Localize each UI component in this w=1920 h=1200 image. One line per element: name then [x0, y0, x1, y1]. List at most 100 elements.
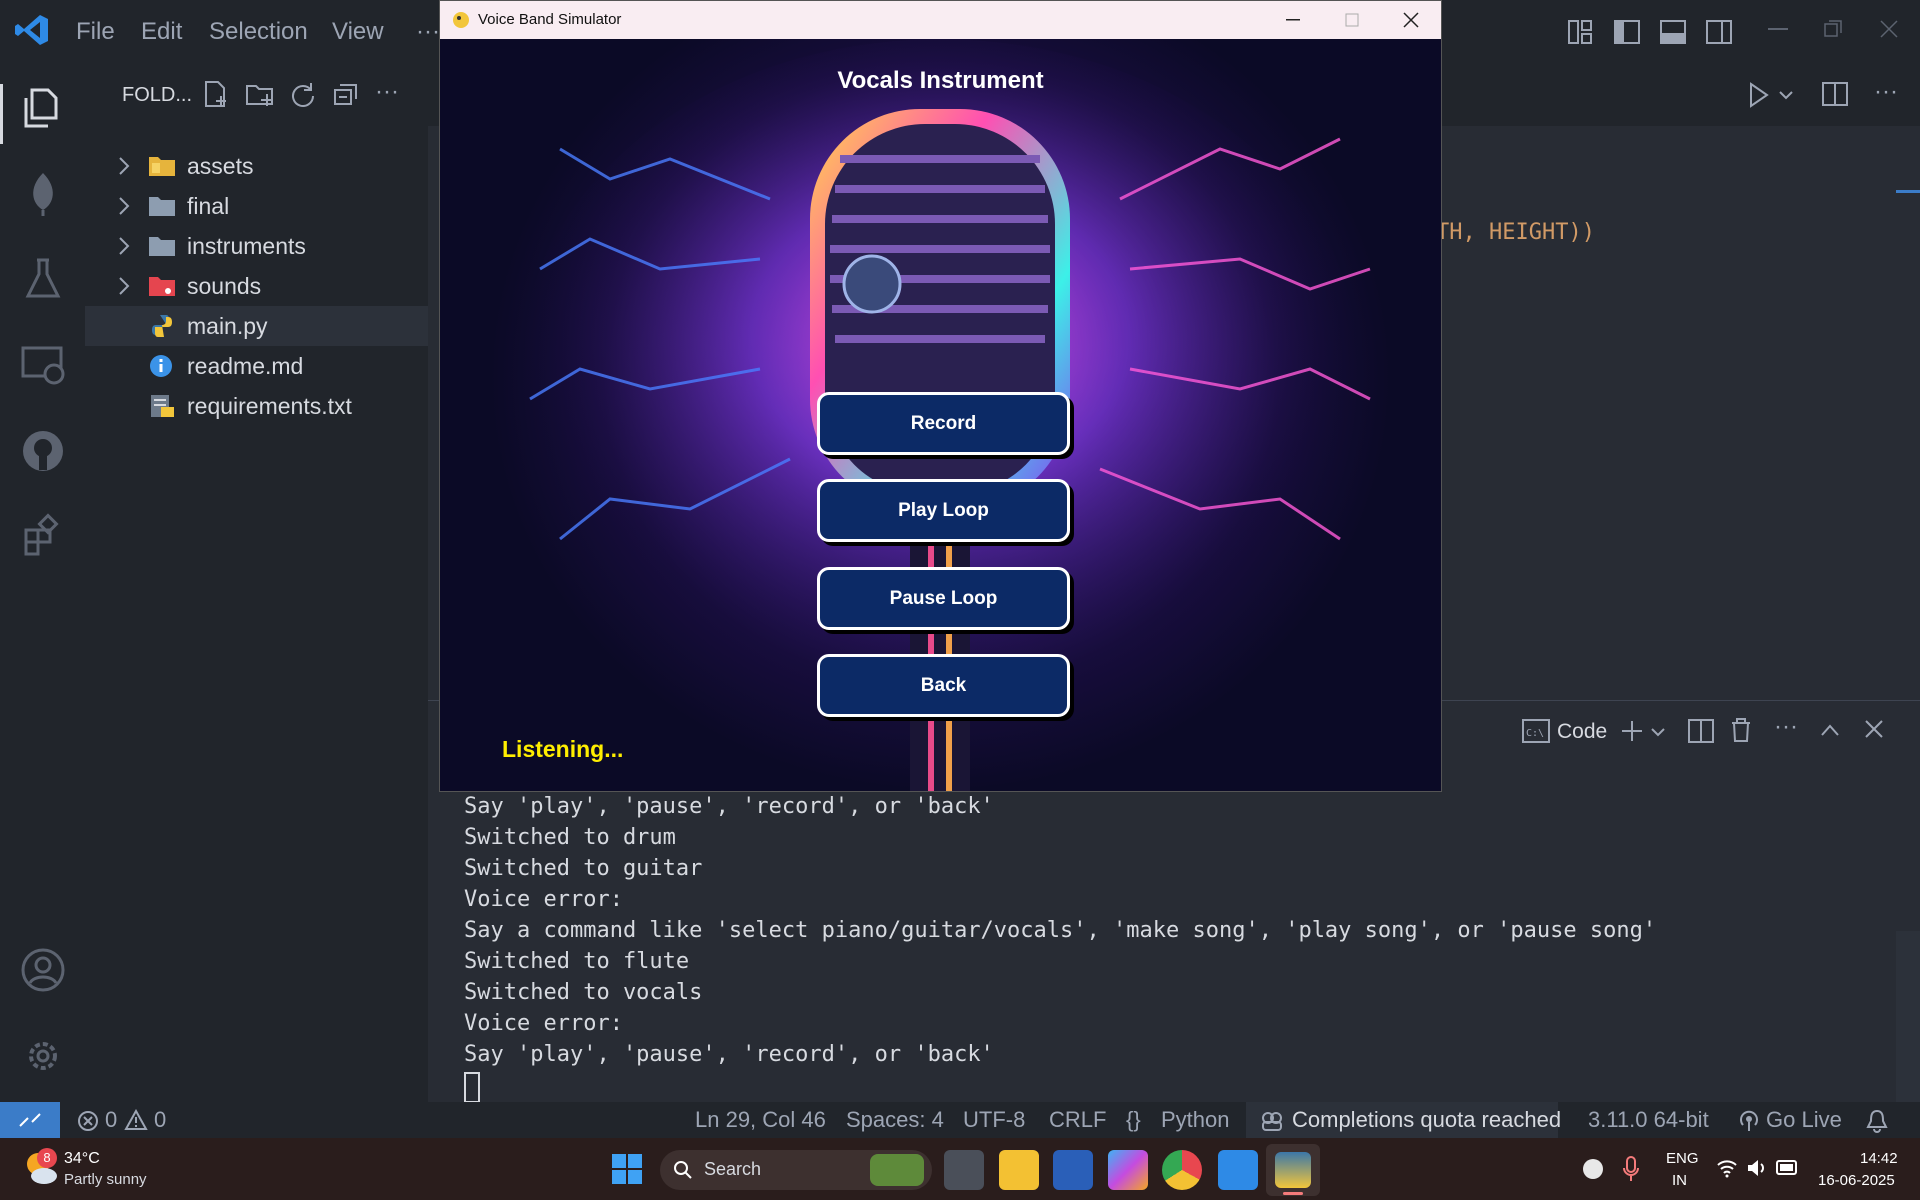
- leaf-icon[interactable]: [18, 168, 68, 218]
- menu-file[interactable]: File: [76, 18, 115, 46]
- chevron-down-icon[interactable]: [1650, 727, 1666, 737]
- split-terminal-icon[interactable]: [1688, 719, 1714, 743]
- collapse-all-icon[interactable]: [333, 82, 359, 108]
- maximize-panel-icon[interactable]: [1820, 723, 1840, 737]
- terminal-line: Switched to flute: [464, 949, 690, 974]
- copilot-app-icon[interactable]: [1108, 1150, 1148, 1190]
- trash-icon[interactable]: [1730, 717, 1752, 743]
- broadcast-icon[interactable]: [1738, 1110, 1760, 1132]
- split-editor-icon[interactable]: [1822, 82, 1848, 106]
- clock-time[interactable]: 14:42: [1860, 1150, 1898, 1167]
- line-ending[interactable]: CRLF: [1049, 1107, 1106, 1133]
- copilot-text: Completions quota reached: [1292, 1107, 1562, 1132]
- terminal-name[interactable]: Code: [1557, 720, 1607, 744]
- testing-icon[interactable]: [18, 254, 68, 304]
- python-interpreter[interactable]: 3.11.0 64-bit: [1588, 1107, 1709, 1133]
- game-close-icon[interactable]: [1403, 12, 1419, 28]
- temperature[interactable]: 34°C: [64, 1150, 100, 1168]
- folder-icon: [148, 234, 176, 258]
- warning-count[interactable]: 0: [154, 1107, 166, 1133]
- new-folder-icon[interactable]: [245, 80, 275, 108]
- volume-icon[interactable]: [1746, 1158, 1768, 1178]
- customize-layout-icon[interactable]: [1568, 20, 1592, 44]
- settings-gear-icon[interactable]: [18, 1031, 68, 1081]
- folder-icon: [148, 194, 176, 218]
- language-mode[interactable]: Python: [1161, 1107, 1230, 1133]
- game-maximize-icon[interactable]: [1345, 13, 1359, 27]
- weather-condition[interactable]: Partly sunny: [64, 1171, 147, 1188]
- minimize-icon[interactable]: [1768, 28, 1788, 32]
- menu-view[interactable]: View: [332, 18, 384, 46]
- tree-item-final[interactable]: final: [85, 186, 428, 226]
- windows-taskbar: 8 34°C Partly sunny Search ENG IN 14:42 …: [0, 1138, 1920, 1200]
- language-indicator-top[interactable]: ENG: [1666, 1150, 1699, 1167]
- encoding[interactable]: UTF-8: [963, 1107, 1025, 1133]
- tree-item-sounds[interactable]: sounds: [85, 266, 428, 306]
- menu-selection[interactable]: Selection: [209, 18, 308, 46]
- close-window-icon[interactable]: [1880, 20, 1898, 38]
- extensions-icon[interactable]: [18, 512, 68, 562]
- cursor-position[interactable]: Ln 29, Col 46: [695, 1107, 826, 1133]
- tree-item-instruments[interactable]: instruments: [85, 226, 428, 266]
- tree-item-assets[interactable]: assets: [85, 146, 428, 186]
- start-icon[interactable]: [611, 1153, 643, 1185]
- battery-icon[interactable]: [1776, 1160, 1800, 1176]
- error-count[interactable]: 0: [105, 1107, 117, 1133]
- tree-item-main-py[interactable]: main.py: [85, 306, 428, 346]
- task-view-icon[interactable]: [944, 1150, 984, 1190]
- panel-more-icon[interactable]: ···: [1774, 713, 1798, 741]
- remote-indicator[interactable]: [0, 1102, 60, 1138]
- play-loop-button[interactable]: Play Loop: [817, 479, 1070, 542]
- explorer-icon[interactable]: [18, 82, 68, 132]
- language-indicator-bottom[interactable]: IN: [1672, 1172, 1687, 1189]
- account-icon[interactable]: [18, 945, 68, 995]
- clock-date[interactable]: 16-06-2025: [1818, 1172, 1895, 1189]
- copilot-status[interactable]: Completions quota reached: [1246, 1102, 1562, 1138]
- powershell-icon[interactable]: [1053, 1150, 1093, 1190]
- explorer-header: FOLD...: [122, 84, 193, 106]
- menu-more[interactable]: ···: [416, 18, 440, 46]
- new-file-icon[interactable]: [203, 80, 229, 108]
- wifi-icon[interactable]: [1716, 1158, 1738, 1178]
- tree-item-requirements[interactable]: requirements.txt: [85, 386, 428, 426]
- run-icon[interactable]: [1748, 82, 1770, 108]
- svg-text:C:\: C:\: [1526, 728, 1544, 739]
- taskbar-search-box[interactable]: Search: [660, 1150, 932, 1190]
- close-panel-icon[interactable]: [1864, 719, 1884, 739]
- code-fragment[interactable]: TH, HEIGHT)): [1436, 220, 1595, 245]
- editor-more-icon[interactable]: ···: [1874, 78, 1898, 106]
- chevron-right-icon: [117, 275, 131, 302]
- pause-loop-button[interactable]: Pause Loop: [817, 567, 1070, 630]
- new-terminal-icon[interactable]: [1620, 719, 1644, 743]
- vscode-taskbar-icon[interactable]: [1218, 1150, 1258, 1190]
- file-explorer-icon[interactable]: [999, 1150, 1039, 1190]
- toggle-sidebar-icon[interactable]: [1614, 20, 1640, 44]
- bell-icon[interactable]: [1866, 1109, 1888, 1133]
- menu-edit[interactable]: Edit: [141, 18, 182, 46]
- pygame-taskbar-item[interactable]: [1266, 1144, 1320, 1196]
- tree-item-readme[interactable]: readme.md: [85, 346, 428, 386]
- terminal-icon: C:\: [1522, 719, 1550, 743]
- game-window: Voice Band Simulator Vocals Instrument R…: [439, 0, 1442, 792]
- indentation[interactable]: Spaces: 4: [846, 1107, 944, 1133]
- explorer-more-icon[interactable]: ···: [375, 78, 399, 106]
- terminal-scrollbar[interactable]: [1896, 931, 1920, 1103]
- github-icon[interactable]: [18, 426, 68, 476]
- refresh-icon[interactable]: [289, 80, 317, 108]
- go-live-button[interactable]: Go Live: [1766, 1107, 1842, 1133]
- record-button[interactable]: Record: [817, 392, 1070, 455]
- warning-icon[interactable]: [124, 1109, 148, 1131]
- microphone-icon[interactable]: [1622, 1156, 1640, 1182]
- error-icon[interactable]: [77, 1110, 99, 1132]
- remote-explorer-icon[interactable]: [18, 340, 68, 390]
- chevron-down-icon[interactable]: [1778, 90, 1794, 100]
- back-button[interactable]: Back: [817, 654, 1070, 717]
- terminal-line: Switched to vocals: [464, 980, 703, 1005]
- restore-icon[interactable]: [1824, 20, 1842, 38]
- toggle-panel-icon[interactable]: [1660, 20, 1686, 44]
- toggle-secondary-sidebar-icon[interactable]: [1706, 20, 1732, 44]
- listening-status: Listening...: [502, 736, 624, 762]
- meet-icon[interactable]: [1582, 1158, 1604, 1180]
- chrome-icon[interactable]: [1162, 1150, 1202, 1190]
- game-minimize-icon[interactable]: [1286, 19, 1300, 21]
